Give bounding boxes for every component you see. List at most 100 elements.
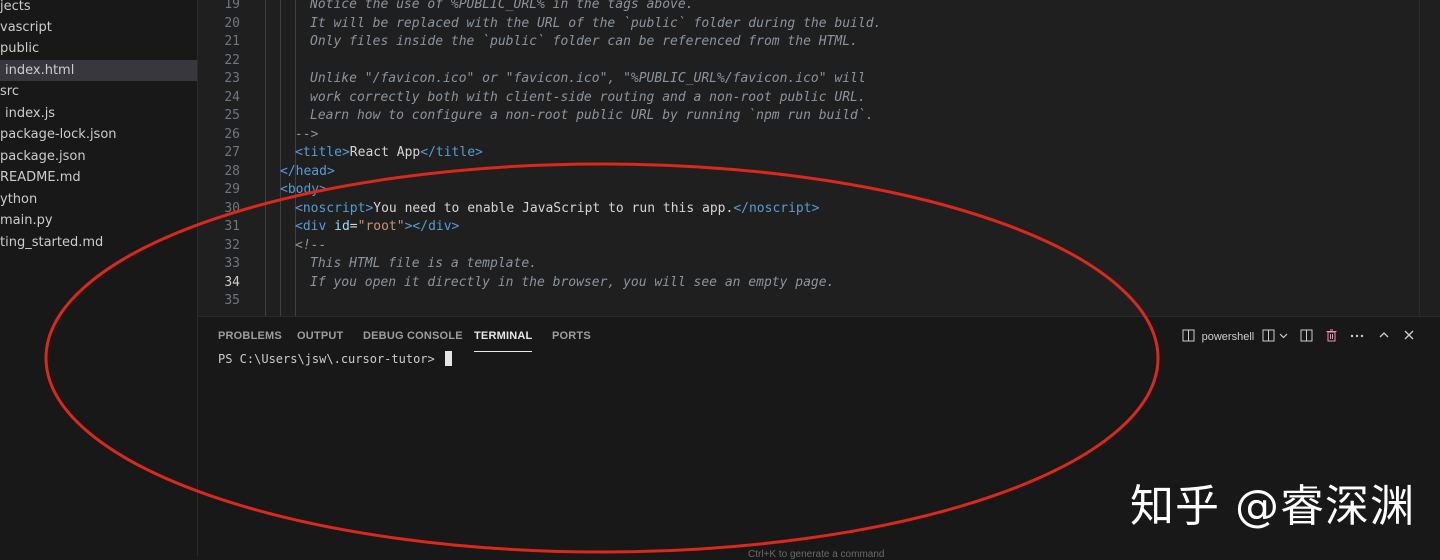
- tree-item-public[interactable]: public: [0, 38, 197, 59]
- tree-item-label: public: [0, 41, 40, 56]
- line-number: 29: [224, 182, 240, 197]
- tab-debug-console[interactable]: DEBUG CONSOLE: [363, 329, 463, 351]
- code-text: Only files inside the `public` folder ca…: [310, 34, 858, 49]
- tag-close: </div>: [412, 219, 460, 234]
- line-number: 30: [224, 200, 240, 216]
- tree-item-label: ython: [0, 192, 38, 207]
- layout-button[interactable]: [1300, 327, 1313, 345]
- code-text: Learn how to configure a non-root public…: [310, 108, 874, 123]
- tree-item-index-html[interactable]: index.html: [0, 60, 197, 81]
- terminal-selector[interactable]: powershell: [1182, 327, 1254, 345]
- code-line: 21 Only files inside the `public` folder …: [198, 33, 1418, 52]
- code-line: 28 </head>: [198, 163, 1418, 182]
- tree-item-label: main.py: [0, 213, 53, 228]
- close-icon: [1404, 330, 1414, 340]
- code-editor[interactable]: 19 Notice the use of %PUBLIC_URL% in the …: [198, 0, 1440, 316]
- kill-terminal-button[interactable]: [1325, 327, 1338, 345]
- code-text: work correctly both with client-side rou…: [310, 89, 866, 105]
- tree-item-python[interactable]: ython: [0, 189, 197, 210]
- code-text: This HTML file is a template.: [310, 256, 537, 271]
- tag-open: <title>: [295, 145, 350, 160]
- split-terminal-icon: [1262, 329, 1275, 342]
- tree-item-getting-started[interactable]: ting_started.md: [0, 232, 197, 253]
- tree-item-label: README.md: [0, 170, 81, 185]
- tag-name: div: [302, 219, 327, 234]
- line-number: 19: [224, 0, 240, 12]
- split-terminal-button[interactable]: [1262, 327, 1288, 345]
- tree-item-label: package-lock.json: [0, 127, 117, 142]
- line-number: 26: [224, 126, 240, 142]
- terminal-input[interactable]: PS C:\Users\jsw\.cursor-tutor>: [218, 351, 452, 367]
- code-line: 25 Learn how to configure a non-root publ…: [198, 107, 1418, 126]
- line-number: 32: [224, 237, 240, 253]
- explorer-sidebar: jects vascript public index.html src ind…: [0, 0, 198, 556]
- terminal-icon: [1182, 329, 1195, 342]
- tag-content: You need to enable JavaScript to run thi…: [373, 200, 734, 216]
- tree-item-label: src: [0, 84, 19, 99]
- code-line: 34 If you open it directly in the browser…: [198, 274, 1418, 293]
- terminal-cursor: [444, 351, 452, 366]
- line-number: 27: [224, 145, 240, 160]
- tag-close: </title>: [420, 145, 483, 160]
- code-line: 31 <div id="root"></div>: [198, 218, 1418, 237]
- code-text: Unlike "/favicon.ico" or "favicon.ico", …: [310, 71, 866, 86]
- code-line: 24 work correctly both with client-side r…: [198, 89, 1418, 108]
- shell-label: powershell: [1201, 331, 1255, 343]
- more-actions-button[interactable]: [1350, 327, 1364, 345]
- tree-item-index-js[interactable]: index.js: [0, 103, 197, 124]
- code-line: 22: [198, 52, 1418, 71]
- tree-item-package-lock[interactable]: package-lock.json: [0, 124, 197, 145]
- chevron-up-icon: [1379, 332, 1389, 338]
- tree-item-main-py[interactable]: main.py: [0, 210, 197, 231]
- tab-terminal[interactable]: TERMINAL: [474, 329, 533, 352]
- watermark: 知乎 @睿深渊: [1130, 481, 1415, 532]
- layout-icon: [1300, 329, 1313, 342]
- code-line: 26 -->: [198, 126, 1418, 145]
- code-line: 30 <noscript>You need to enable JavaScrip…: [198, 200, 1418, 219]
- code-line: 19 Notice the use of %PUBLIC_URL% in the …: [198, 0, 1418, 15]
- line-number: 34: [224, 274, 240, 290]
- code-text: -->: [295, 126, 319, 142]
- tree-item-package-json[interactable]: package.json: [0, 146, 197, 167]
- code-text: <title>React App</title>: [295, 144, 483, 163]
- tree-item-src[interactable]: src: [0, 81, 197, 102]
- line-number: 23: [224, 71, 240, 86]
- code-text: <!--: [295, 237, 327, 253]
- code-line: 33 This HTML file is a template.: [198, 255, 1418, 274]
- tab-output[interactable]: OUTPUT: [297, 329, 343, 351]
- tab-problems[interactable]: PROBLEMS: [218, 329, 282, 351]
- line-number: 21: [224, 34, 240, 49]
- line-number: 20: [224, 15, 240, 31]
- code-line: 27 <title>React App</title>: [198, 144, 1418, 163]
- code-line: 32 <!--: [198, 237, 1418, 256]
- code-line: 23 Unlike "/favicon.ico" or "favicon.ico"…: [198, 70, 1418, 89]
- tree-item-readme[interactable]: README.md: [0, 167, 197, 188]
- tree-item-javascript[interactable]: vascript: [0, 17, 197, 38]
- code-line: 29 <body>: [198, 181, 1418, 200]
- tag-close: </noscript>: [733, 200, 820, 216]
- line-number: 33: [224, 256, 240, 271]
- tag-open: <noscript>: [295, 200, 374, 216]
- tree-item-label: vascript: [0, 20, 52, 35]
- trash-icon: [1326, 329, 1337, 342]
- line-number: 28: [224, 163, 240, 179]
- code-text: <noscript>You need to enable JavaScript …: [295, 200, 819, 219]
- editor-scrollbar[interactable]: [1419, 0, 1420, 316]
- tree-item-label: package.json: [0, 149, 86, 164]
- line-number: 22: [224, 52, 240, 68]
- code-text: </head>: [280, 163, 335, 179]
- line-number: 31: [224, 219, 240, 234]
- attr-value: "root": [357, 219, 405, 234]
- maximize-panel-button[interactable]: [1378, 327, 1390, 345]
- tree-item-projects[interactable]: jects: [0, 0, 197, 17]
- line-number: 35: [224, 293, 240, 308]
- code-text: It will be replaced with the URL of the …: [310, 15, 882, 31]
- close-panel-button[interactable]: [1403, 327, 1415, 345]
- code-text: <body>: [280, 182, 327, 197]
- tree-item-label: index.js: [5, 106, 56, 121]
- terminal-hint: Ctrl+K to generate a command: [748, 549, 885, 560]
- chevron-down-icon[interactable]: [1279, 331, 1288, 340]
- line-number: 25: [224, 108, 240, 123]
- line-number: 24: [224, 89, 240, 105]
- tab-ports[interactable]: PORTS: [552, 329, 591, 351]
